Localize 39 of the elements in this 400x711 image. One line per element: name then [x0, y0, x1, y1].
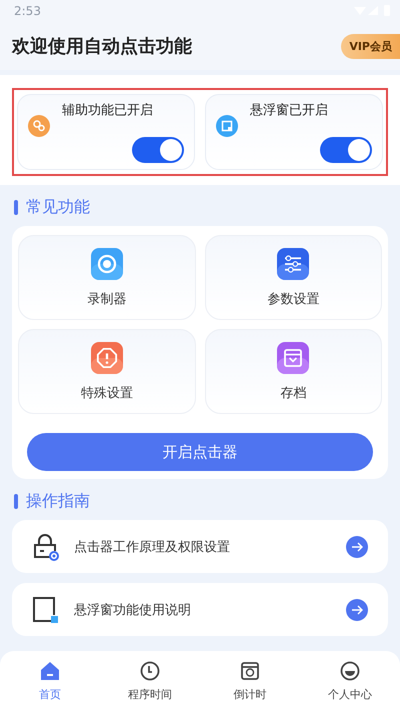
section-heading: 操作指南: [26, 491, 90, 512]
record-icon: [90, 248, 123, 280]
section-heading: 常见功能: [26, 197, 90, 218]
lock-icon: [32, 532, 60, 560]
nav-tab[interactable]: 个人中心: [300, 651, 400, 711]
home-icon: [40, 660, 60, 680]
feature-label: 录制器: [87, 290, 126, 308]
feature-tile[interactable]: 存档: [204, 329, 382, 414]
feature-label: 参数设置: [267, 290, 320, 308]
nav-tab[interactable]: 程序时间: [100, 651, 200, 711]
window-icon: [216, 115, 238, 137]
heading-bar: [14, 494, 18, 509]
guide-item[interactable]: 点击器工作原理及权限设置: [12, 520, 388, 573]
toggle-switch[interactable]: [320, 137, 372, 163]
guide-item[interactable]: 悬浮窗功能使用说明: [12, 583, 388, 636]
clock-icon: [140, 660, 160, 680]
feature-tile[interactable]: 参数设置: [204, 235, 382, 320]
feature-label: 存档: [280, 384, 306, 402]
toggle-switch[interactable]: [132, 137, 184, 163]
sliders-icon: [277, 248, 310, 280]
vip-badge[interactable]: VIP会员: [341, 34, 400, 58]
window-icon: [32, 596, 60, 624]
feature-label: 特殊设置: [80, 384, 133, 402]
toggle-label: 悬浮窗已开启: [250, 102, 328, 119]
timer-icon: [240, 660, 260, 680]
status-time: 2:53: [14, 4, 41, 18]
start-button[interactable]: 开启点击器: [27, 433, 373, 471]
archive-icon: [277, 342, 310, 374]
warning-icon: [90, 342, 123, 374]
face-icon: [340, 660, 360, 680]
heading-bar: [14, 200, 18, 215]
nav-tab[interactable]: 倒计时: [200, 651, 300, 711]
guide-label: 悬浮窗功能使用说明: [74, 602, 192, 618]
guide-label: 点击器工作原理及权限设置: [74, 538, 231, 556]
feature-tile[interactable]: 录制器: [18, 235, 196, 320]
feature-tile[interactable]: 特殊设置: [18, 329, 196, 414]
nav-tab[interactable]: 首页: [0, 651, 100, 711]
toggle-label: 辅助功能已开启: [62, 102, 153, 119]
page-title: 欢迎使用自动点击功能: [12, 35, 192, 58]
